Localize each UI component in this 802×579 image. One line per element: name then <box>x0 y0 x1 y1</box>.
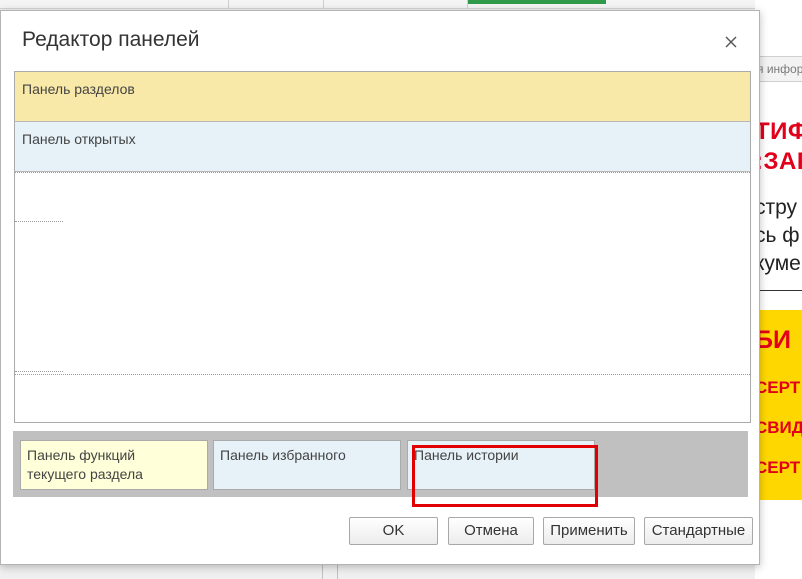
background-app-toolbar <box>0 0 802 9</box>
drop-zone-divider <box>15 371 63 372</box>
functions-panel-label-line: Панель функций <box>27 447 136 463</box>
functions-panel[interactable]: Панель функций текущего раздела <box>20 440 208 490</box>
background-banner-title: БИ <box>755 326 791 354</box>
background-tab <box>606 0 757 8</box>
background-tab <box>0 0 229 8</box>
standard-settings-button[interactable]: Стандартные <box>644 517 753 545</box>
background-active-tab-indicator <box>468 0 606 4</box>
favorites-panel-label: Панель избранного <box>220 447 346 463</box>
background-tab <box>323 0 468 8</box>
background-text-line: куме <box>755 252 801 275</box>
sections-panel-label: Панель разделов <box>22 81 135 97</box>
favorites-panel[interactable]: Панель избранного <box>213 440 401 490</box>
available-panels-strip: Панель функций текущего раздела Панель и… <box>13 431 748 497</box>
background-banner-line: СЕРТ <box>755 458 801 477</box>
functions-panel-label-line: текущего раздела <box>27 466 143 482</box>
drop-zone-divider <box>15 221 63 222</box>
dialog-title: Редактор панелей <box>22 28 200 51</box>
drop-zone-divider <box>15 172 750 173</box>
sections-panel[interactable]: Панель разделов <box>15 72 750 122</box>
panel-layout-area[interactable]: Панель разделов Панель открытых <box>14 71 751 423</box>
background-tab <box>228 0 324 8</box>
cancel-button[interactable]: Отмена <box>448 517 534 545</box>
background-text-line: стру <box>755 196 798 219</box>
background-banner-line: СЕРТ <box>755 378 801 397</box>
background-text-line: сь ф <box>755 224 800 247</box>
background-headline: :ЗАР <box>755 148 802 175</box>
background-document-area: я инфор ТИФ :ЗАР стру сь ф куме БИ СЕРТ … <box>755 0 802 579</box>
drop-zone-divider <box>15 374 750 375</box>
close-icon[interactable] <box>720 31 742 53</box>
background-field: я инфор <box>755 56 802 82</box>
background-divider <box>755 290 802 291</box>
ok-button[interactable]: OK <box>349 517 438 545</box>
apply-button[interactable]: Применить <box>543 517 635 545</box>
highlight-frame <box>412 445 598 507</box>
background-banner-line: СВИД <box>755 418 802 437</box>
background-headline: ТИФ <box>755 118 802 145</box>
open-windows-panel[interactable]: Панель открытых <box>15 122 750 172</box>
open-windows-panel-label: Панель открытых <box>22 131 136 147</box>
